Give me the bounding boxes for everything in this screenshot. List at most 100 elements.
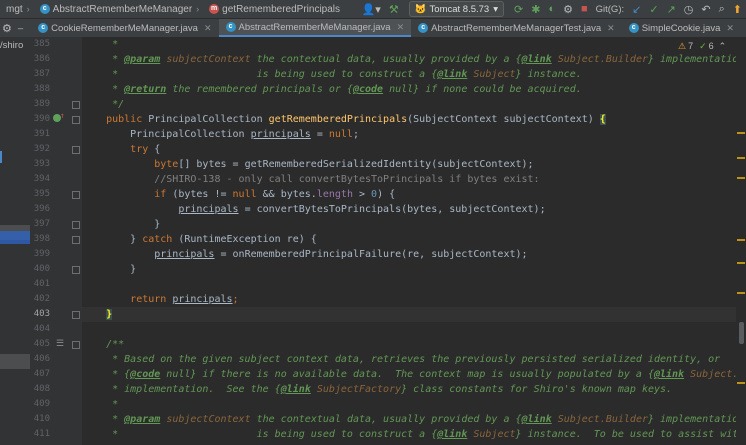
warning-marker[interactable]	[737, 132, 745, 134]
doc-text: *	[82, 414, 125, 425]
line-number: 390	[33, 114, 50, 124]
code-text: [] bytes = getRememberedSerializedIdenti…	[178, 159, 534, 170]
error-stripe[interactable]	[736, 37, 746, 445]
doc-link-ref[interactable]: Subject.Builder	[558, 54, 648, 65]
doc-text: } implementation, that	[648, 414, 736, 425]
variable[interactable]: principals	[154, 249, 214, 260]
tab-cookie-remember-me-manager[interactable]: c CookieRememberMeManager.java ✕	[31, 19, 218, 37]
chevron-right-icon: ›	[26, 4, 30, 14]
stop-icon[interactable]: ■	[581, 3, 588, 15]
code-line: }	[82, 262, 736, 277]
history-icon[interactable]: ◷	[684, 3, 694, 16]
warning-marker[interactable]	[737, 177, 745, 179]
tab-simple-cookie[interactable]: c SimpleCookie.java ✕	[622, 19, 741, 37]
doc-render-icon[interactable]: ☰	[56, 339, 64, 349]
doc-text: null} if there is no available data. The…	[160, 369, 654, 380]
warning-marker[interactable]	[737, 292, 745, 294]
rerun-icon[interactable]: ⟳	[514, 3, 523, 16]
git-commit-icon[interactable]: ✓	[649, 3, 658, 16]
git-update-icon[interactable]: ↙	[632, 3, 641, 16]
project-path-fragment: /shiro	[0, 40, 24, 51]
tree-indent-marker	[0, 151, 2, 163]
code-line: /**	[82, 337, 736, 352]
tab-abstract-remember-me-manager-test[interactable]: c AbstractRememberMeManagerTest.java ✕	[411, 19, 622, 37]
tomcat-icon: 🐱	[414, 3, 427, 15]
doc-text: *	[82, 39, 125, 50]
line-number: 395	[33, 189, 50, 199]
method-icon: m	[209, 4, 220, 14]
fold-collapse-icon[interactable]	[72, 191, 80, 199]
breadcrumb-class[interactable]: c AbstractRememberMeManager	[39, 4, 192, 15]
line-number: 405	[33, 339, 50, 349]
code-text: && bytes.	[256, 189, 317, 200]
override-arrow-icon[interactable]: ↑	[60, 111, 65, 120]
minimize-icon[interactable]: –	[18, 23, 23, 34]
run-configuration-select[interactable]: 🐱 Tomcat 8.5.73 ▾	[408, 1, 504, 17]
code-line: if (bytes != null && bytes.length > 0) {	[82, 187, 736, 202]
line-number-gutter[interactable]: 385 386 387 388 389 390 391 392 393 394 …	[30, 37, 82, 445]
doc-text: * is being used to construct a {	[82, 429, 438, 440]
variable[interactable]: principals	[172, 294, 232, 305]
doc-text: } instance. To be used to assist with da…	[515, 429, 736, 440]
close-icon[interactable]: ✕	[204, 23, 212, 34]
doc-link-ref[interactable]: Subject.Builder	[690, 369, 736, 380]
doc-link-ref[interactable]: Subject	[473, 69, 515, 80]
method-declaration[interactable]: getRememberedPrincipals	[269, 114, 407, 125]
close-icon[interactable]: ✕	[726, 23, 734, 34]
warning-marker[interactable]	[737, 239, 745, 241]
matched-brace: }	[106, 309, 113, 320]
code-editor[interactable]: * * @param subjectContext the contextual…	[82, 37, 736, 445]
user-icon[interactable]: 👤▾	[362, 3, 381, 16]
fold-collapse-icon[interactable]	[72, 116, 80, 124]
fold-collapse-icon[interactable]	[72, 341, 80, 349]
fold-collapse-icon[interactable]	[72, 311, 80, 319]
warning-marker[interactable]	[737, 262, 745, 264]
ide-update-icon[interactable]: ⬆	[733, 3, 742, 16]
line-number: 388	[33, 84, 50, 94]
coverage-icon[interactable]: ◐	[548, 3, 555, 15]
fold-collapse-icon[interactable]	[72, 221, 80, 229]
line-number: 387	[33, 69, 50, 79]
close-icon[interactable]: ✕	[607, 23, 615, 34]
fold-collapse-icon[interactable]	[72, 146, 80, 154]
doc-text: * Based on the given subject context dat…	[82, 354, 721, 365]
doc-link-ref[interactable]: Subject	[473, 429, 515, 440]
fold-collapse-icon[interactable]	[72, 266, 80, 274]
profile-icon[interactable]: ⚙	[563, 3, 573, 16]
doc-link-ref[interactable]: SubjectFactory	[317, 384, 401, 395]
selected-tree-row[interactable]	[0, 354, 30, 369]
doc-tag: @return	[124, 84, 167, 95]
doc-text: * is being used to construct a {	[82, 69, 438, 80]
settings-icon[interactable]: ⚙	[2, 22, 12, 35]
doc-text: } class constants for Shiro's known map …	[401, 384, 673, 395]
breadcrumb-method[interactable]: m getRememberedPrincipals	[209, 4, 340, 15]
search-icon[interactable]: ⌕	[719, 3, 725, 16]
close-icon[interactable]: ✕	[397, 22, 405, 33]
fold-collapse-icon[interactable]	[72, 236, 80, 244]
line-number: 396	[33, 204, 50, 214]
debug-icon[interactable]: ✱	[531, 3, 540, 16]
active-tree-row[interactable]	[0, 231, 30, 244]
line-number: 407	[33, 369, 50, 379]
tab-abstract-remember-me-manager[interactable]: c AbstractRememberMeManager.java ✕	[218, 19, 412, 37]
inspection-widget[interactable]: ⚠ 7 ✓ 6 ⌃	[678, 40, 727, 52]
line-comment: //SHIRO-138 - only call convertBytesToPr…	[154, 174, 540, 185]
warning-marker[interactable]	[737, 382, 745, 384]
fold-collapse-icon[interactable]	[72, 101, 80, 109]
chevron-up-icon[interactable]: ⌃	[719, 41, 727, 52]
warning-marker[interactable]	[737, 157, 745, 159]
doc-link-ref[interactable]: Subject.Builder	[558, 414, 648, 425]
variable[interactable]: principals	[178, 204, 238, 215]
variable[interactable]: principals	[251, 129, 311, 140]
breadcrumb-project[interactable]: mgt	[6, 4, 23, 15]
git-push-icon[interactable]: ↗	[667, 3, 676, 16]
rollback-icon[interactable]: ↶	[701, 3, 710, 16]
project-tool-window-edge[interactable]: /shiro	[0, 37, 31, 445]
tab-label: CookieRememberMeManager.java	[51, 22, 198, 34]
scroll-thumb[interactable]	[739, 322, 744, 344]
line-number-current: 403	[33, 309, 50, 319]
line-number: 400	[33, 264, 50, 274]
build-hammer-icon[interactable]: ⚒	[389, 3, 399, 16]
